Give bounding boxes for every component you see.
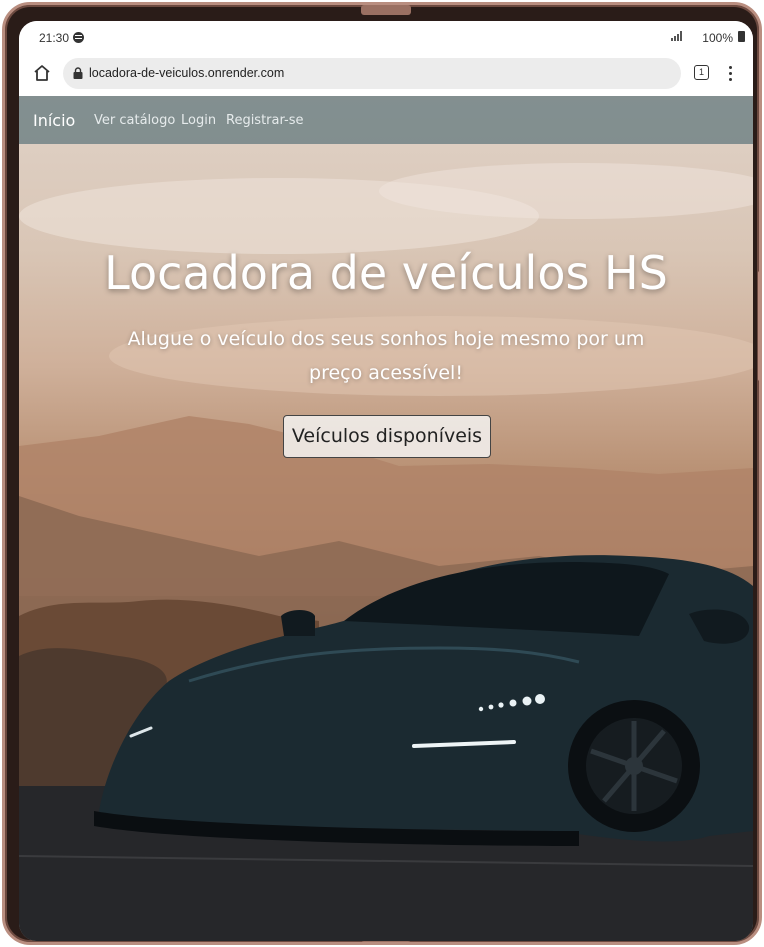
site-navbar: Início Ver catálogo Login Registrar-se [19,96,753,144]
tabs-icon[interactable]: 1 [694,65,709,80]
signal-icon [671,31,683,41]
screen: 21:30 100% locadora-de-veiculos.onrender… [19,21,753,941]
nav-link-catalog[interactable]: Ver catálogo [94,113,175,128]
browser-toolbar: locadora-de-veiculos.onrender.com 1 [19,51,753,96]
web-viewport: Início Ver catálogo Login Registrar-se L… [19,96,753,941]
nav-link-register[interactable]: Registrar-se [226,113,303,128]
hinge-top [361,5,411,15]
url-text: locadora-de-veiculos.onrender.com [89,66,285,80]
lock-icon [73,67,83,79]
home-icon[interactable] [33,64,51,82]
status-bar: 21:30 100% [19,21,753,51]
address-bar[interactable]: locadora-de-veiculos.onrender.com [63,58,681,89]
device-frame: 21:30 100% locadora-de-veiculos.onrender… [2,2,762,945]
hero-subtitle: Alugue o veículo dos seus sonhos hoje me… [127,328,645,384]
more-menu-icon[interactable] [727,65,735,83]
hero-background-image [19,163,753,941]
clock: 21:30 [39,31,70,45]
battery-level: 100% [702,31,733,45]
nav-brand-home[interactable]: Início [33,111,75,130]
available-vehicles-button[interactable]: Veículos disponíveis [283,415,491,458]
spotify-icon [73,32,84,43]
nav-link-login[interactable]: Login [181,113,216,128]
side-button [758,271,762,381]
battery-icon [738,31,745,42]
hero-title: Locadora de veículos HS [104,246,668,300]
